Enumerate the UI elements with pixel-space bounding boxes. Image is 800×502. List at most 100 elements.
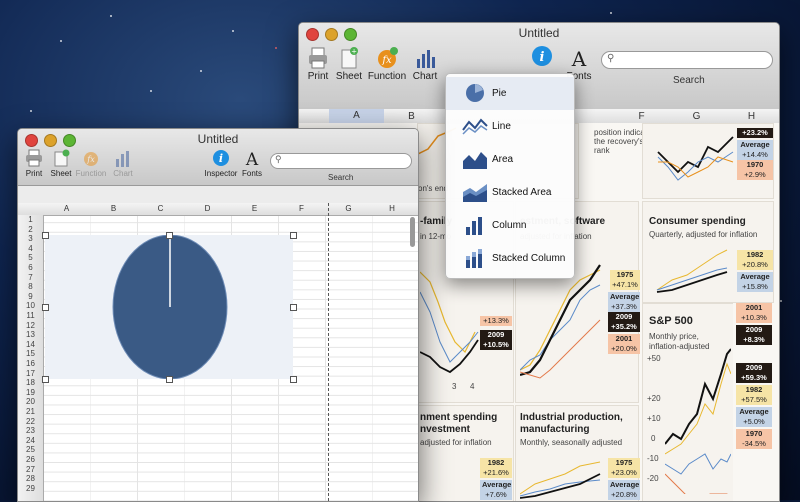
search-input[interactable]: ⚲ — [601, 51, 773, 69]
svg-text:i: i — [219, 152, 223, 165]
menu-item-line[interactable]: Line — [446, 110, 574, 143]
window-title: Untitled — [518, 26, 560, 40]
resize-handle-bottom[interactable] — [166, 376, 173, 383]
row-header[interactable]: 29 — [18, 484, 43, 493]
function-label: Function — [367, 71, 407, 82]
row-header[interactable]: 14 — [18, 340, 43, 349]
front-window[interactable]: Untitled Print Sheet fx Function Chart i… — [17, 128, 419, 502]
function-icon: fx — [82, 149, 100, 167]
row-header[interactable]: 5 — [18, 253, 43, 262]
resize-handle-top-right[interactable] — [290, 232, 297, 239]
row-header[interactable]: 10 — [18, 301, 43, 310]
chart-button[interactable]: Chart — [409, 47, 441, 82]
vertical-scrollbar[interactable] — [410, 217, 415, 247]
chart-button[interactable]: Chart — [110, 149, 136, 178]
resize-handle-top-left[interactable] — [42, 232, 49, 239]
row-header[interactable]: 20 — [18, 397, 43, 406]
row-header[interactable]: 13 — [18, 330, 43, 339]
menu-item-column[interactable]: Column — [446, 209, 574, 242]
row-header[interactable]: 22 — [18, 417, 43, 426]
row-header[interactable]: 25 — [18, 445, 43, 454]
row-header[interactable]: 15 — [18, 349, 43, 358]
svg-text:A: A — [571, 47, 587, 69]
search-label: Search — [673, 75, 705, 86]
sp-badge-average-value: +5.0% — [736, 417, 772, 427]
column-D[interactable]: D — [184, 204, 231, 213]
menu-item-area[interactable]: Area — [446, 143, 574, 176]
column-G[interactable]: G — [669, 111, 724, 122]
spend-badge-average-value: +7.6% — [480, 490, 512, 500]
sp-badge-1982: 1982 — [736, 385, 772, 395]
sp-badge-1970-value: -34.5% — [736, 439, 772, 449]
search-icon: ⚲ — [275, 154, 282, 164]
inspector-button[interactable]: i — [529, 45, 555, 69]
row-header[interactable]: 1 — [18, 215, 43, 224]
row-header[interactable]: 27 — [18, 465, 43, 474]
sheet-button[interactable]: Sheet — [49, 149, 73, 178]
industrial-line-chart — [520, 461, 601, 499]
row-header[interactable]: 2 — [18, 225, 43, 234]
row-header[interactable]: 28 — [18, 474, 43, 483]
resize-handle-left[interactable] — [42, 304, 49, 311]
printer-icon — [308, 47, 328, 69]
top-badge-1970: 1970 — [737, 160, 773, 170]
row-header[interactable]: 24 — [18, 436, 43, 445]
resize-handle-bottom-right[interactable] — [290, 376, 297, 383]
row-header[interactable]: 3 — [18, 234, 43, 243]
sheet-button[interactable]: + Sheet — [335, 47, 363, 82]
print-button[interactable]: Print — [305, 47, 331, 82]
resize-handle-top[interactable] — [166, 232, 173, 239]
row-header[interactable]: 18 — [18, 378, 43, 387]
row-header[interactable]: 12 — [18, 321, 43, 330]
column-A[interactable]: A — [43, 204, 90, 213]
sheet-icon — [52, 149, 70, 167]
row-header[interactable]: 6 — [18, 263, 43, 272]
resize-handle-bottom-left[interactable] — [42, 376, 49, 383]
consumer-badge-2001: 2001 — [736, 303, 772, 313]
resize-handle-right[interactable] — [290, 304, 297, 311]
row-header[interactable]: 11 — [18, 311, 43, 320]
family-badge-2009-value: +10.5% — [480, 340, 512, 350]
menu-item-stacked-column[interactable]: Stacked Column — [446, 242, 574, 275]
column-H[interactable]: H — [724, 111, 779, 122]
printer-icon — [25, 149, 43, 167]
chart-type-menu[interactable]: Pie Line Area Stacked Area Column Stacke… — [445, 73, 575, 279]
row-header[interactable]: 19 — [18, 388, 43, 397]
row-header[interactable]: 4 — [18, 244, 43, 253]
front-titlebar[interactable]: Untitled Print Sheet fx Function Chart i… — [18, 129, 418, 186]
row-header[interactable]: 16 — [18, 359, 43, 368]
column-B[interactable]: B — [384, 111, 439, 122]
inspector-button[interactable]: i Inspector — [204, 149, 238, 178]
row-header[interactable]: 17 — [18, 369, 43, 378]
column-C[interactable]: C — [137, 204, 184, 213]
menu-item-pie[interactable]: Pie — [446, 77, 574, 110]
function-button[interactable]: fx Function — [367, 47, 407, 82]
menu-item-stacked-area[interactable]: Stacked Area — [446, 176, 574, 209]
row-header[interactable]: 8 — [18, 282, 43, 291]
sp-title: S&P 500 — [649, 315, 693, 327]
search-input[interactable]: ⚲ — [270, 153, 412, 169]
column-A[interactable]: A — [329, 109, 384, 123]
sp-badge-2009: 2009 — [736, 363, 772, 373]
row-header[interactable]: 23 — [18, 426, 43, 435]
ind-badge-average: Average — [608, 480, 640, 490]
column-F[interactable]: F — [614, 111, 669, 122]
row-header[interactable]: 26 — [18, 455, 43, 464]
row-header[interactable]: 21 — [18, 407, 43, 416]
print-label: Print — [307, 71, 329, 82]
row-header[interactable]: 7 — [18, 273, 43, 282]
pie-chart-object[interactable] — [45, 234, 293, 380]
fonts-button[interactable]: A Fonts — [240, 149, 264, 178]
column-F[interactable]: F — [278, 204, 325, 213]
ind-badge-1975: 1975 — [608, 458, 640, 468]
row-header[interactable]: 9 — [18, 292, 43, 301]
column-B[interactable]: B — [90, 204, 137, 213]
ind-title-1: Industrial production, — [520, 412, 623, 423]
column-G[interactable]: G — [325, 204, 372, 213]
sheet-label: Sheet — [335, 71, 363, 82]
column-E[interactable]: E — [231, 204, 278, 213]
sp-axis-plus20: +20 — [647, 394, 661, 403]
function-button[interactable]: fx Function — [75, 149, 107, 178]
print-button[interactable]: Print — [21, 149, 47, 178]
column-H[interactable]: H — [372, 204, 412, 213]
